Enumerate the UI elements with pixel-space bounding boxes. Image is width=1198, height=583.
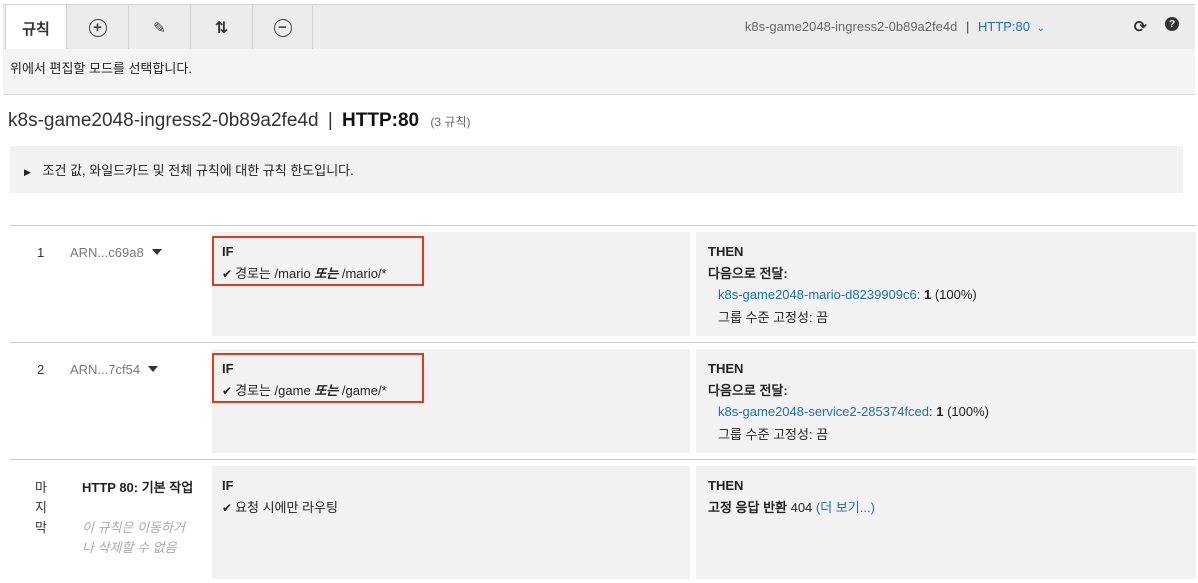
default-rule-title: HTTP 80: 기본 작업 (82, 480, 194, 495)
condition-highlight-box (212, 353, 424, 403)
sort-arrows-icon: ⇅ (214, 19, 229, 37)
caret-down-icon (151, 248, 162, 255)
stickiness: 그룹 수준 고정성: 끔 (718, 427, 829, 442)
condition-highlight-box (212, 236, 424, 286)
default-rule-note: 이 규칙은 이동하거나 삭제할 수 없음 (82, 520, 185, 555)
separator: | (965, 19, 970, 34)
minus-circle-icon: − (273, 18, 292, 37)
plus-circle-icon: + (88, 18, 107, 37)
rule-row: 1 ARN...c69a8 IF ✔ 경로는 /mario 또는 /mario/*… (10, 225, 1196, 340)
default-condition-text: 요청 시에만 라우팅 (235, 500, 338, 515)
rule-arn: ARN...7cf54 (70, 362, 141, 377)
more-link[interactable]: (더 보기...) (816, 500, 875, 515)
hint-text: 위에서 편집할 모드를 선택합니다. (10, 61, 192, 76)
title-separator: | (327, 110, 333, 131)
fixed-response-label: 고정 응답 반환 (708, 500, 787, 515)
caret-down-icon (148, 365, 159, 372)
rule-priority: 1 (37, 245, 45, 260)
default-priority-label: 마지막 (35, 480, 47, 535)
rules-toolbar: 규칙 + ✎ ⇅ − k8s-game2048-ingress2-0b89a2f… (3, 4, 1195, 51)
default-conditions: IF ✔ 요청 시에만 라우팅 (212, 466, 690, 579)
listener-selector[interactable]: k8s-game2048-ingress2-0b89a2fe4d | HTTP:… (745, 19, 1045, 34)
rule-count: (3 규칙) (430, 115, 471, 129)
rule-actions: THEN 다음으로 전달: k8s-game2048-service2-2853… (696, 349, 1196, 453)
target-percent: (100%) (943, 404, 990, 419)
mode-hint: 위에서 편집할 모드를 선택합니다. (3, 49, 1195, 95)
fixed-response: 고정 응답 반환 404 (더 보기...) (708, 497, 1184, 516)
edit-rules-button[interactable]: ✎ (129, 5, 191, 50)
forward-label: 다음으로 전달: (708, 266, 788, 281)
caret-right-icon: ▶ (24, 167, 31, 177)
refresh-icon[interactable]: ⟳ (1134, 17, 1147, 37)
check-icon: ✔ (222, 501, 233, 515)
listener-dropdown[interactable]: HTTP:80 (978, 19, 1030, 34)
forward-target: k8s-game2048-service2-285374fced: 1 (100… (718, 404, 990, 419)
default-rule-row: 마지막 HTTP 80: 기본 작업 이 규칙은 이동하거나 삭제할 수 없음 … (10, 459, 1196, 583)
delete-rules-button[interactable]: − (253, 5, 313, 50)
rule-arn-dropdown[interactable]: ARN...7cf54 (70, 362, 159, 377)
pencil-icon: ✎ (153, 19, 166, 37)
rule-actions: THEN 다음으로 전달: k8s-game2048-mario-d823990… (696, 232, 1196, 336)
then-label: THEN (708, 478, 744, 493)
chevron-down-icon: ⌄ (1036, 23, 1045, 34)
page-title: k8s-game2048-ingress2-0b89a2fe4d | HTTP:… (8, 110, 471, 132)
target-group-link[interactable]: k8s-game2048-mario-d8239909c6 (718, 287, 917, 302)
rule-limits-expander[interactable]: ▶ 조건 값, 와일드카드 및 전체 규칙에 대한 규칙 한도입니다. (10, 146, 1183, 193)
rule-arn: ARN...c69a8 (70, 245, 144, 260)
if-label: IF (222, 478, 234, 493)
reorder-rules-button[interactable]: ⇅ (191, 5, 253, 50)
forward-label: 다음으로 전달: (708, 383, 788, 398)
target-group-link[interactable]: k8s-game2048-service2-285374fced (718, 404, 929, 419)
then-label: THEN (708, 244, 744, 259)
rule-priority: 2 (37, 362, 45, 377)
tab-rules[interactable]: 규칙 (5, 5, 67, 51)
title-listener: HTTP:80 (342, 110, 420, 131)
fixed-response-status: 404 (786, 500, 816, 515)
limits-text: 조건 값, 와일드카드 및 전체 규칙에 대한 규칙 한도입니다. (42, 163, 354, 178)
help-icon[interactable]: ? (1165, 17, 1179, 31)
default-actions: THEN 고정 응답 반환 404 (더 보기...) (696, 466, 1196, 579)
lb-name: k8s-game2048-ingress2-0b89a2fe4d (744, 19, 958, 34)
rule-row: 2 ARN...7cf54 IF ✔ 경로는 /game 또는 /game/* T… (10, 342, 1196, 457)
default-condition: ✔ 요청 시에만 라우팅 (222, 497, 680, 516)
forward-target: k8s-game2048-mario-d8239909c6: 1 (100%) (718, 287, 977, 302)
then-label: THEN (708, 361, 744, 376)
target-percent: (100%) (931, 287, 977, 302)
stickiness: 그룹 수준 고정성: 끔 (718, 310, 829, 325)
add-rule-button[interactable]: + (67, 5, 129, 50)
title-lb-name: k8s-game2048-ingress2-0b89a2fe4d (8, 110, 319, 131)
rule-arn-dropdown[interactable]: ARN...c69a8 (70, 245, 162, 260)
